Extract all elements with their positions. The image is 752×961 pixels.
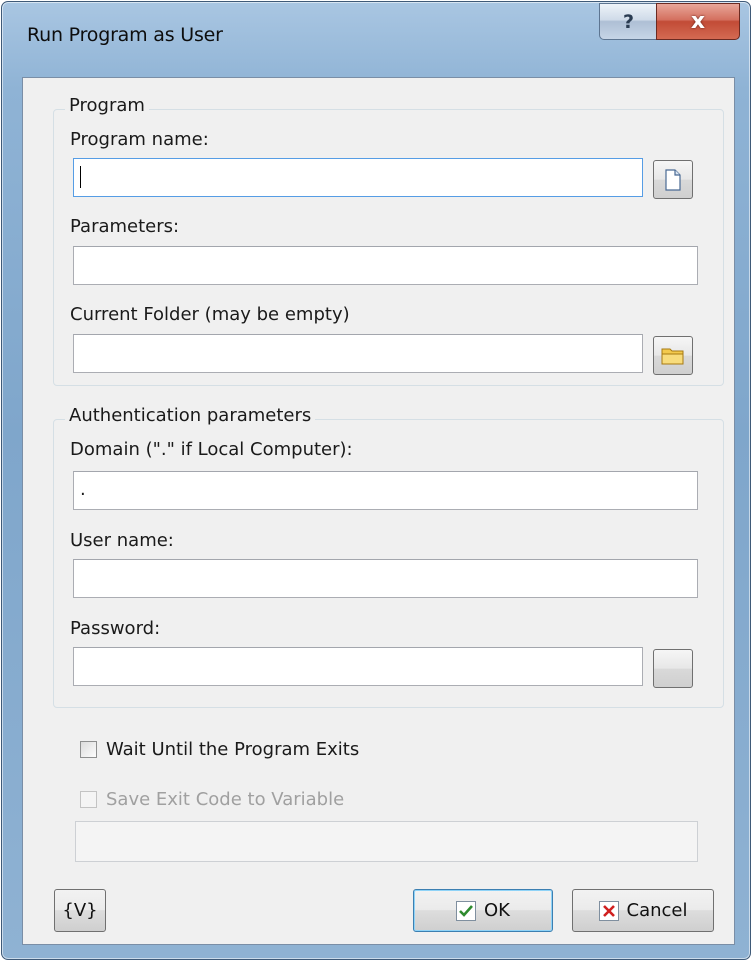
text-caret [80,166,81,188]
browse-folder-button[interactable] [653,336,693,375]
close-icon: x [690,9,706,34]
domain-label: Domain ("." if Local Computer): [70,439,353,460]
wait-until-exit-checkbox[interactable]: Wait Until the Program Exits [80,739,359,760]
browse-file-button[interactable] [653,160,693,199]
save-exit-code-label: Save Exit Code to Variable [106,789,345,810]
current-folder-input[interactable] [73,334,643,373]
auth-group-legend: Authentication parameters [65,405,316,426]
help-icon: ? [622,10,635,33]
parameters-label: Parameters: [70,216,180,237]
variables-button[interactable]: {V} [54,889,106,932]
program-name-label: Program name: [70,129,209,150]
password-options-button[interactable] [653,649,693,688]
dialog-client-area: Program Program name: Parameters: Curren… [22,77,735,945]
folder-icon [661,348,684,364]
wait-until-exit-label: Wait Until the Program Exits [106,739,360,760]
cancel-button[interactable]: Cancel [572,889,714,932]
domain-input[interactable]: . [73,471,698,510]
ok-button[interactable]: OK [413,889,553,932]
window-title: Run Program as User [27,24,223,46]
help-button[interactable]: ? [599,3,657,40]
current-folder-label: Current Folder (may be empty) [70,304,350,325]
program-name-input[interactable] [73,158,643,197]
parameters-input[interactable] [73,246,698,285]
variable-input[interactable] [75,821,698,862]
user-name-label: User name: [70,530,174,551]
checkbox-box [80,741,97,758]
checkbox-box [80,791,97,808]
check-icon [456,900,476,921]
close-button[interactable]: x [656,3,740,40]
user-name-input[interactable] [73,559,698,598]
password-input[interactable] [73,647,643,686]
cancel-x-icon [598,900,619,921]
password-label: Password: [70,618,161,639]
file-icon [665,168,681,191]
save-exit-code-checkbox[interactable]: Save Exit Code to Variable [80,789,344,810]
program-group-legend: Program [65,95,149,116]
